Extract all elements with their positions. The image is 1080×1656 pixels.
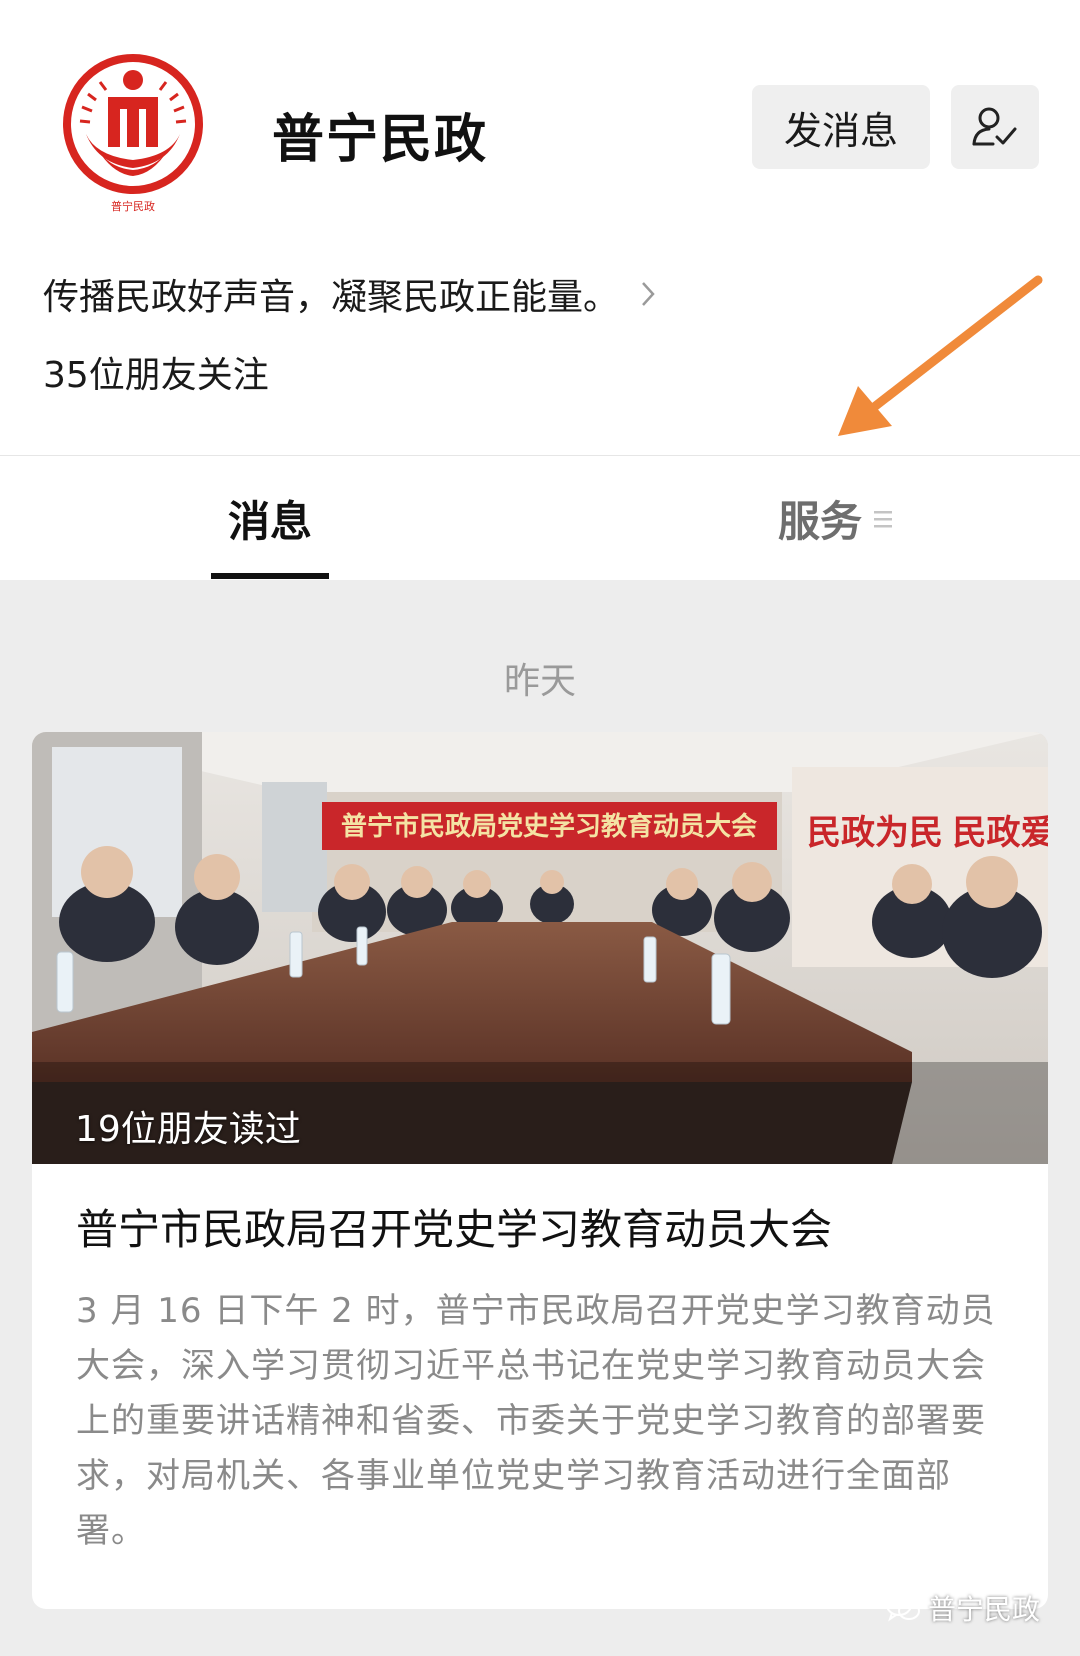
article-summary: 3 月 16 日下午 2 时，普宁市民政局召开党史学习教育动员大会，深入学习贯彻… — [76, 1291, 996, 1551]
tab-services[interactable]: 服务 — [760, 456, 910, 581]
watermark-text: 普宁民政 — [928, 1593, 1041, 1626]
read-count: 19位朋友读过 — [75, 1109, 301, 1150]
annotation-arrow-icon — [838, 275, 1043, 436]
message-feed: 昨天 普宁市民政局党史学习教育动员大会 民政为民 民政爱 19位朋友读过 普宁市… — [0, 580, 1080, 1656]
svg-text:普宁民政: 普宁民政 — [111, 199, 155, 213]
account-logo[interactable]: 普宁民政 — [58, 52, 208, 217]
followers-count[interactable]: 35位朋友关注 — [43, 346, 269, 398]
wechat-icon — [886, 1594, 920, 1622]
article-cover-image[interactable]: 普宁市民政局党史学习教育动员大会 民政为民 民政爱 19位朋友读过 — [32, 732, 1048, 1164]
svg-text:民政为民 民政爱: 民政为民 民政爱 — [807, 814, 1048, 852]
account-description[interactable]: 传播民政好声音，凝聚民政正能量。 — [43, 268, 655, 320]
send-message-button[interactable]: 发消息 — [752, 85, 930, 169]
article-card[interactable]: 普宁市民政局党史学习教育动员大会 民政为民 民政爱 19位朋友读过 普宁市民政局… — [32, 732, 1048, 1609]
active-tab-indicator — [211, 573, 329, 579]
description-text: 传播民政好声音，凝聚民政正能量。 — [43, 277, 620, 318]
account-name: 普宁民政 — [272, 110, 489, 170]
account-header: 普宁民政 普宁民政 发消息 传播民政好声音，凝聚民政正能量。 35位朋友关注 — [0, 0, 1080, 455]
menu-icon — [874, 508, 892, 530]
chevron-right-icon — [641, 281, 655, 307]
article-title[interactable]: 普宁市民政局召开党史学习教育动员大会 — [76, 1202, 1016, 1258]
user-check-icon — [972, 107, 1017, 146]
tab-messages[interactable]: 消息 — [211, 456, 329, 581]
date-separator: 昨天 — [503, 661, 576, 702]
svg-text:普宁市民政局党史学习教育动员大会: 普宁市民政局党史学习教育动员大会 — [341, 811, 757, 841]
source-watermark: 普宁民政 — [886, 1588, 1040, 1628]
tab-bar: 消息 服务 — [0, 455, 1080, 580]
followed-button[interactable] — [951, 85, 1039, 169]
tab-services-label: 服务 — [777, 497, 862, 546]
